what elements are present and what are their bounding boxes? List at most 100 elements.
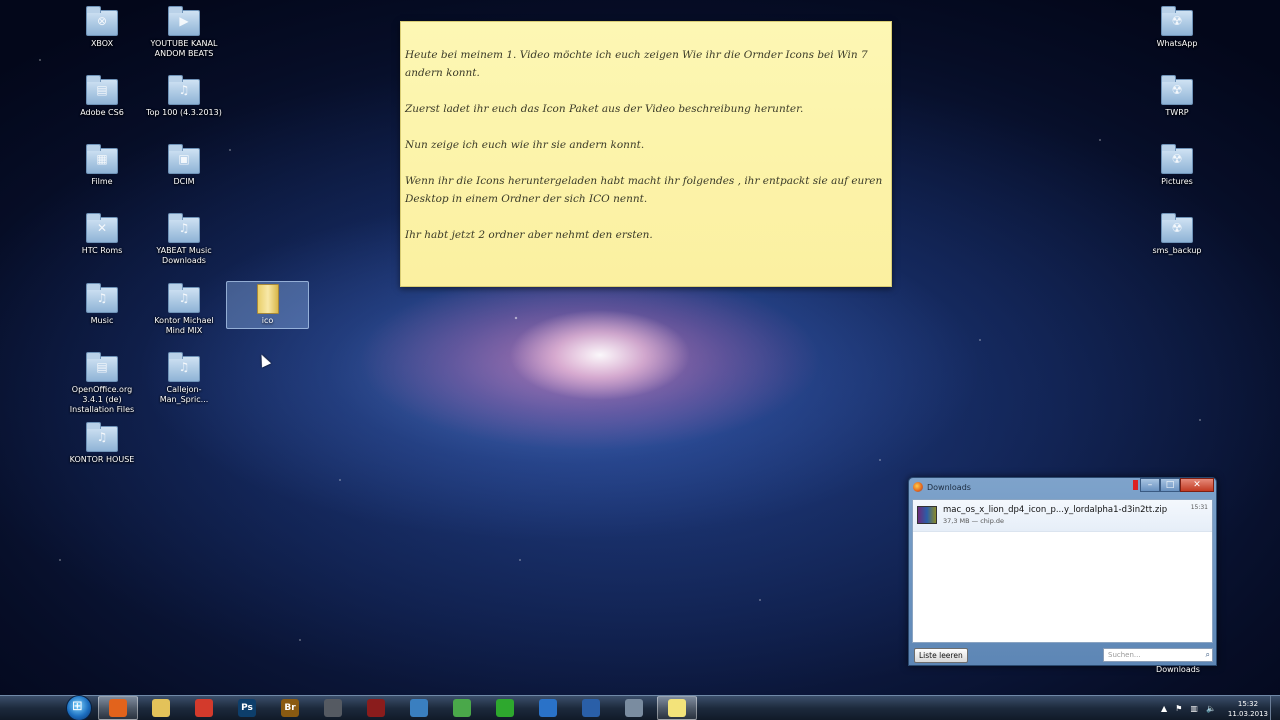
folder-icon: ♫ — [86, 283, 118, 313]
downloads-search-input[interactable]: Suchen... ⌕ — [1103, 648, 1213, 662]
desktop-icon[interactable]: ♫ Top 100 (4.3.2013) — [144, 75, 224, 118]
start-button[interactable] — [66, 695, 92, 720]
selected-folder-ico[interactable]: ico — [226, 281, 309, 329]
download-item[interactable]: mac_os_x_lion_dp4_icon_p...y_lordalpha1-… — [913, 500, 1212, 532]
downloads-list: mac_os_x_lion_dp4_icon_p...y_lordalpha1-… — [912, 499, 1213, 643]
folder-glyph-icon: ♫ — [178, 83, 190, 97]
network-icon[interactable]: ▥ — [1190, 704, 1198, 713]
bluestacks-icon — [453, 699, 471, 717]
desktop-icon-label: Adobe CS6 — [80, 108, 124, 117]
taskbar-button-media[interactable] — [485, 696, 525, 720]
sothink-icon — [367, 699, 385, 717]
firefox-icon — [109, 699, 127, 717]
desktop-icon[interactable]: ♫ Callejon-Man_Spric... — [144, 352, 224, 405]
taskbar-button-video[interactable] — [614, 696, 654, 720]
volume-icon[interactable]: 🔈 — [1206, 704, 1216, 713]
desktop-icon-label: WhatsApp — [1156, 39, 1198, 48]
folder-icon: ▤ — [86, 352, 118, 382]
globe-icon — [582, 699, 600, 717]
taskbar-button-photoshop[interactable]: Ps — [227, 696, 267, 720]
taskbar-button-bridge[interactable]: Br — [270, 696, 310, 720]
downloads-window[interactable]: Downloads – □ ✕ mac_os_x_lion_dp4_icon_p… — [908, 477, 1217, 666]
desktop-icon[interactable]: ♫ Music — [62, 283, 142, 326]
folder-icon: ♫ — [168, 213, 200, 243]
desktop-icon[interactable]: ✕ HTC Roms — [62, 213, 142, 256]
desktop-icon-label-downloads: Downloads — [1156, 665, 1200, 674]
explorer-icon — [152, 699, 170, 717]
desktop-icon[interactable]: ☢ TWRP — [1137, 75, 1217, 118]
desktop-icon[interactable]: ▣ DCIM — [144, 144, 224, 187]
folder-icon: ▶ — [168, 6, 200, 36]
desktop-icon-label: sms_backup — [1152, 246, 1202, 255]
flag-icon[interactable]: ⚑ — [1175, 704, 1182, 713]
search-icon: ⌕ — [1205, 650, 1210, 659]
taskbar-button-bluestacks[interactable] — [442, 696, 482, 720]
folder-glyph-icon: ♫ — [96, 430, 108, 444]
media-icon — [496, 699, 514, 717]
taskbar-button-utility[interactable] — [313, 696, 353, 720]
taskbar: Ps Br ▲ ⚑ ▥ 🔈 15:32 11.03.2013 — [0, 695, 1280, 720]
download-time: 15:31 — [1190, 504, 1208, 511]
desktop-icon[interactable]: ⊗ XBOX — [62, 6, 142, 49]
download-details: 37,3 MB — chip.de — [943, 517, 1005, 525]
window-controls: – □ ✕ — [1140, 478, 1214, 492]
folder-glyph-icon: ♫ — [178, 291, 190, 305]
clock-time: 15:32 — [1237, 699, 1259, 708]
desktop-icon-label: XBOX — [90, 39, 114, 48]
note-paragraph: Ihr habt jetzt 2 ordner aber nehmt den e… — [405, 229, 653, 241]
taskbar-button-earth[interactable] — [399, 696, 439, 720]
folder-glyph-icon: ☢ — [1171, 14, 1183, 28]
desktop-icon[interactable]: ♫ KONTOR HOUSE — [62, 422, 142, 465]
taskbar-button-globe[interactable] — [571, 696, 611, 720]
note-paragraph: Zuerst ladet ihr euch das Icon Paket aus… — [405, 103, 804, 115]
minimize-button[interactable]: – — [1140, 478, 1160, 492]
note-paragraph: Wenn ihr die Icons heruntergeladen habt … — [405, 175, 883, 205]
folder-glyph-icon: ♫ — [178, 360, 190, 374]
desktop-icon[interactable]: ▦ Filme — [62, 144, 142, 187]
desktop-icon[interactable]: ♫ Kontor Michael Mind MIX — [144, 283, 224, 336]
desktop-icon-label: Top 100 (4.3.2013) — [146, 108, 222, 117]
note-paragraph: Heute bei meinem 1. Video möchte ich euc… — [405, 49, 868, 79]
desktop-icon-label: Callejon-Man_Spric... — [159, 385, 209, 404]
clear-list-button[interactable]: Liste leeren — [914, 647, 968, 663]
folder-glyph-icon: ☢ — [1171, 83, 1183, 97]
folder-glyph-icon: ☢ — [1171, 221, 1183, 235]
show-desktop-button[interactable] — [1270, 696, 1280, 720]
earth-icon — [410, 699, 428, 717]
download-filename: mac_os_x_lion_dp4_icon_p...y_lordalpha1-… — [943, 505, 1168, 515]
folder-icon: ♫ — [168, 75, 200, 105]
folder-glyph-icon: ⊗ — [96, 14, 108, 28]
itunes-icon — [539, 699, 557, 717]
utility-icon — [324, 699, 342, 717]
desktop-icon[interactable]: ☢ Pictures — [1137, 144, 1217, 187]
desktop-icon[interactable]: ▤ OpenOffice.org 3.4.1 (de) Installation … — [62, 352, 142, 415]
taskbar-button-sticky-notes[interactable] — [657, 696, 697, 720]
taskbar-button-explorer[interactable] — [141, 696, 181, 720]
desktop-icon[interactable]: ☢ sms_backup — [1137, 213, 1217, 256]
folder-glyph-icon: ☢ — [1171, 152, 1183, 166]
taskbar-button-chrome[interactable] — [184, 696, 224, 720]
desktop-icon[interactable]: ▶ YOUTUBE KANAL ANDOM BEATS — [144, 6, 224, 59]
desktop-icon[interactable]: ▤ Adobe CS6 — [62, 75, 142, 118]
desktop-icon-label: OpenOffice.org 3.4.1 (de) Installation F… — [69, 385, 135, 414]
taskbar-button-itunes[interactable] — [528, 696, 568, 720]
maximize-button[interactable]: □ — [1160, 478, 1180, 492]
taskbar-apps: Ps Br — [98, 696, 700, 720]
close-button[interactable]: ✕ — [1180, 478, 1214, 492]
folder-icon: ♫ — [86, 422, 118, 452]
desktop-icon-label: YOUTUBE KANAL ANDOM BEATS — [150, 39, 218, 58]
taskbar-button-sothink[interactable] — [356, 696, 396, 720]
folder-icon: ✕ — [86, 213, 118, 243]
taskbar-button-firefox[interactable] — [98, 696, 138, 720]
clock[interactable]: 15:32 11.03.2013 — [1228, 699, 1268, 719]
desktop-icon-label: KONTOR HOUSE — [69, 455, 135, 464]
system-tray: ▲ ⚑ ▥ 🔈 15:32 11.03.2013 — [1157, 696, 1268, 720]
desktop-icon[interactable]: ♫ YABEAT Music Downloads — [144, 213, 224, 266]
folder-icon: ▤ — [86, 75, 118, 105]
chrome-icon — [195, 699, 213, 717]
desktop-icon[interactable]: ☢ WhatsApp — [1137, 6, 1217, 49]
folder-icon: ☢ — [1161, 144, 1193, 174]
indicator-icon — [1133, 480, 1138, 490]
show-hidden-icons-icon[interactable]: ▲ — [1161, 704, 1167, 713]
sticky-note[interactable]: Heute bei meinem 1. Video möchte ich euc… — [400, 21, 892, 287]
